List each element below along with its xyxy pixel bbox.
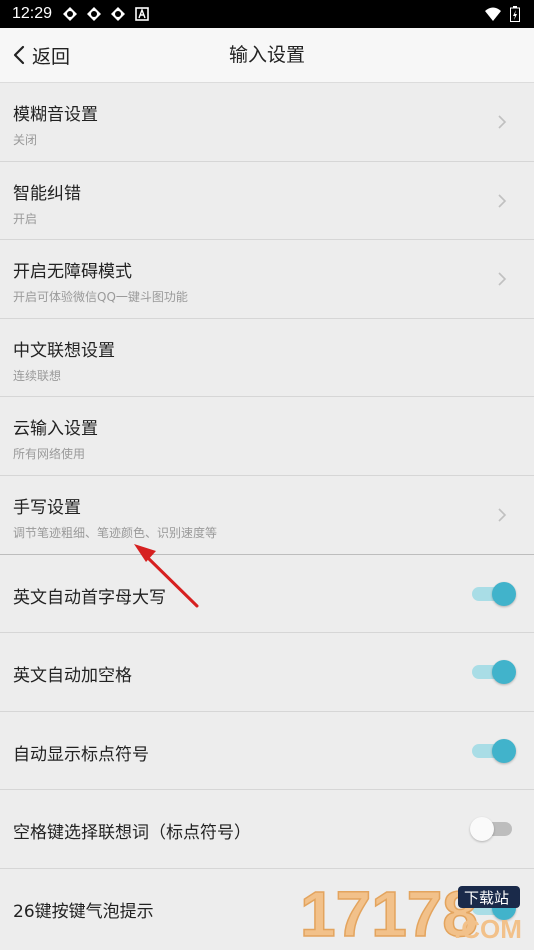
- annotation-arrow: [134, 544, 199, 608]
- watermark-logo: 17178 下载站 .COM: [296, 877, 526, 950]
- watermark-badge: 下载站: [464, 889, 509, 907]
- watermark-17178-logo: 17178 下载站 .COM: [299, 877, 522, 950]
- watermark-domain: .COM: [454, 914, 522, 942]
- watermark-number: 17178: [300, 880, 478, 942]
